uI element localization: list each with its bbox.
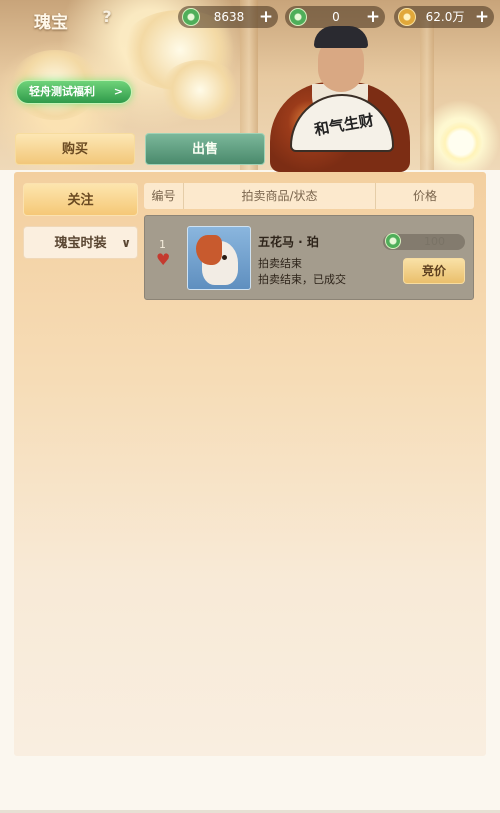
bid-button[interactable]: 竞价 xyxy=(403,258,465,284)
column-header-price: 价格 xyxy=(412,189,437,203)
tab-buy[interactable]: 购买 xyxy=(15,133,135,165)
table-header: 编号 拍卖商品/状态 价格 xyxy=(144,183,474,209)
category-dropdown[interactable]: 瑰宝时装 ∨ xyxy=(23,226,138,259)
jade-coin-icon xyxy=(385,233,401,249)
currency-amount: 62.0万 xyxy=(425,10,465,24)
column-header-item: 拍卖商品/状态 xyxy=(184,183,376,209)
item-status-detail: 拍卖结束，已成交 xyxy=(258,273,346,286)
test-welfare-button[interactable]: 轻舟测试福利 > xyxy=(16,80,132,104)
item-status: 拍卖结束 xyxy=(258,257,302,270)
jade-coin-icon xyxy=(182,8,200,26)
auction-panel: 关注 瑰宝时装 ∨ 编号 拍卖商品/状态 价格 1 ♥ 五花马 · 珀 拍卖结束… xyxy=(14,172,486,756)
chevron-down-icon: ∨ xyxy=(121,236,131,250)
category-label: 瑰宝时装 xyxy=(54,236,107,251)
add-currency-button[interactable]: + xyxy=(474,6,490,28)
currency-amount: 8638 xyxy=(213,10,245,24)
currency-jade-primary: 8638 + xyxy=(178,6,278,28)
merchant-character-illustration: 和气生财 xyxy=(270,20,410,172)
heart-icon[interactable]: ♥ xyxy=(156,252,170,268)
page-title: 瑰宝 xyxy=(34,13,68,33)
column-header-number: 编号 xyxy=(144,183,184,209)
sidebar-item-follow[interactable]: 关注 xyxy=(23,183,138,216)
item-name: 五花马 · 珀 xyxy=(258,235,319,249)
chevron-right-icon: > xyxy=(113,85,123,98)
help-icon[interactable]: ? xyxy=(98,7,116,27)
tab-sell[interactable]: 出售 xyxy=(145,133,265,165)
welfare-label: 轻舟测试福利 xyxy=(29,85,95,98)
table-row[interactable]: 1 ♥ 五花马 · 珀 拍卖结束 拍卖结束，已成交 100 竞价 xyxy=(144,215,474,300)
price-display: 100 xyxy=(383,233,465,250)
price-value: 100 xyxy=(424,235,445,248)
glow-orb-icon xyxy=(440,122,482,164)
horse-head-icon[interactable] xyxy=(187,226,251,290)
